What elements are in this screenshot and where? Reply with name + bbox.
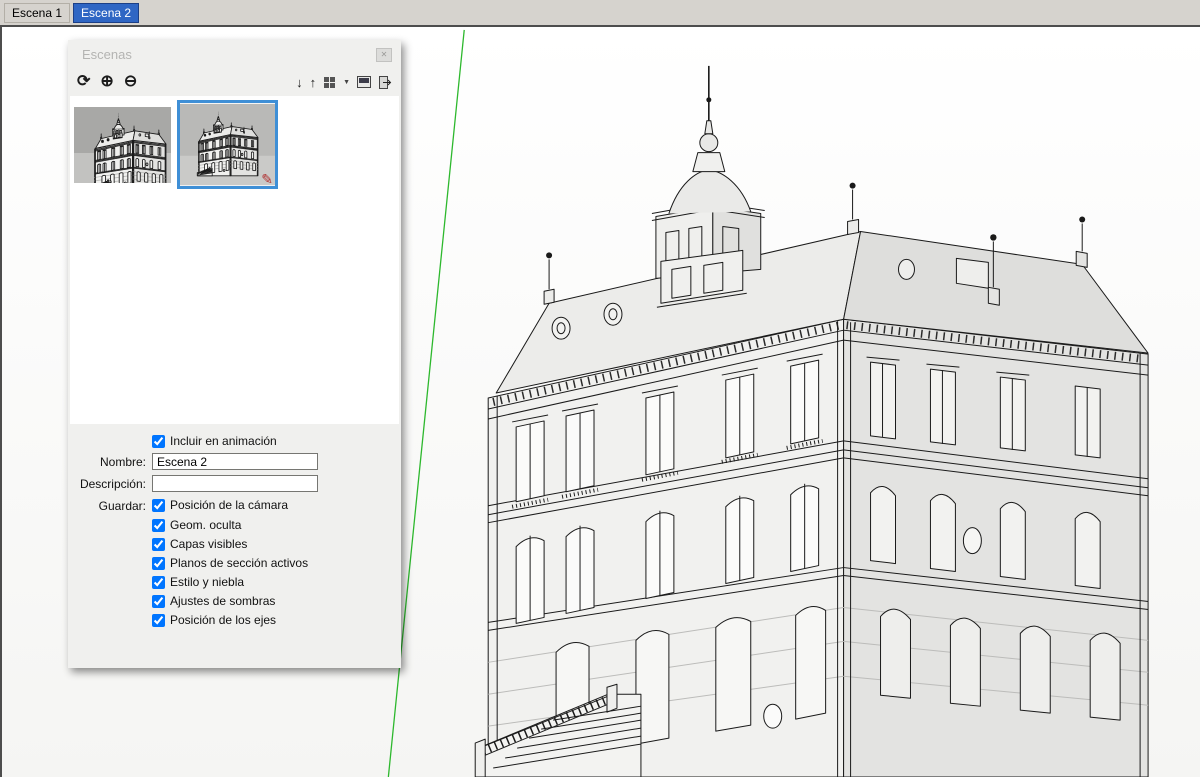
save-style-fog-checkbox[interactable] (152, 576, 165, 589)
save-hidden-geometry-label: Geom. oculta (170, 518, 241, 532)
save-shadow-settings-checkbox[interactable] (152, 595, 165, 608)
show-details-icon[interactable] (357, 76, 371, 88)
scene-thumbnail-2[interactable]: ✎ (177, 100, 278, 189)
building-model (475, 66, 1148, 777)
escenas-panel: Escenas ✕ ⟳ ⊕ ⊖ ↓ ↑ ▼ (68, 40, 401, 668)
save-hidden-geometry-checkbox[interactable] (152, 519, 165, 532)
save-axes-position-label: Posición de los ejes (170, 613, 276, 627)
save-section-planes-label: Planos de sección activos (170, 556, 308, 570)
remove-scene-icon[interactable]: ⊖ (124, 74, 137, 90)
move-scene-down-icon[interactable]: ↓ (296, 76, 303, 89)
move-scene-up-icon[interactable]: ↑ (310, 76, 317, 89)
add-scene-icon[interactable]: ⊕ (100, 74, 113, 90)
scene-modified-pencil-icon: ✎ (261, 172, 273, 186)
save-style-fog-label: Estilo y niebla (170, 575, 244, 589)
scene-thumbnail-1[interactable] (74, 107, 171, 183)
save-axes-position-checkbox[interactable] (152, 614, 165, 627)
update-scene-icon[interactable] (378, 76, 392, 89)
name-label: Nombre: (68, 455, 146, 469)
tab-escena-2[interactable]: Escena 2 (73, 3, 139, 23)
scene-description-input[interactable] (152, 475, 318, 492)
panel-toolbar: ⟳ ⊕ ⊖ ↓ ↑ ▼ (68, 70, 401, 94)
save-visible-layers-checkbox[interactable] (152, 538, 165, 551)
include-animation-label: Incluir en animación (170, 434, 277, 448)
scene-properties-form: Incluir en animación Nombre: Descripción… (68, 426, 401, 627)
tab-escena-1[interactable]: Escena 1 (4, 3, 70, 23)
scene-thumbnail-list: ✎ (70, 96, 399, 424)
panel-title: Escenas (68, 40, 401, 70)
panel-close-button[interactable]: ✕ (376, 48, 392, 62)
refresh-scene-icon[interactable]: ⟳ (77, 74, 90, 90)
description-label: Descripción: (68, 477, 146, 491)
view-options-dropdown-icon[interactable]: ▼ (343, 79, 350, 86)
include-animation-checkbox[interactable] (152, 435, 165, 448)
save-shadow-settings-label: Ajustes de sombras (170, 594, 275, 608)
view-options-icon[interactable] (323, 76, 336, 89)
save-visible-layers-label: Capas visibles (170, 537, 247, 551)
save-label: Guardar: (68, 497, 146, 513)
save-camera-position-checkbox[interactable] (152, 499, 165, 512)
scene-name-input[interactable] (152, 453, 318, 470)
save-section-planes-checkbox[interactable] (152, 557, 165, 570)
scene-tab-bar: Escena 1 Escena 2 (0, 0, 1200, 25)
save-camera-position-label: Posición de la cámara (170, 498, 288, 512)
